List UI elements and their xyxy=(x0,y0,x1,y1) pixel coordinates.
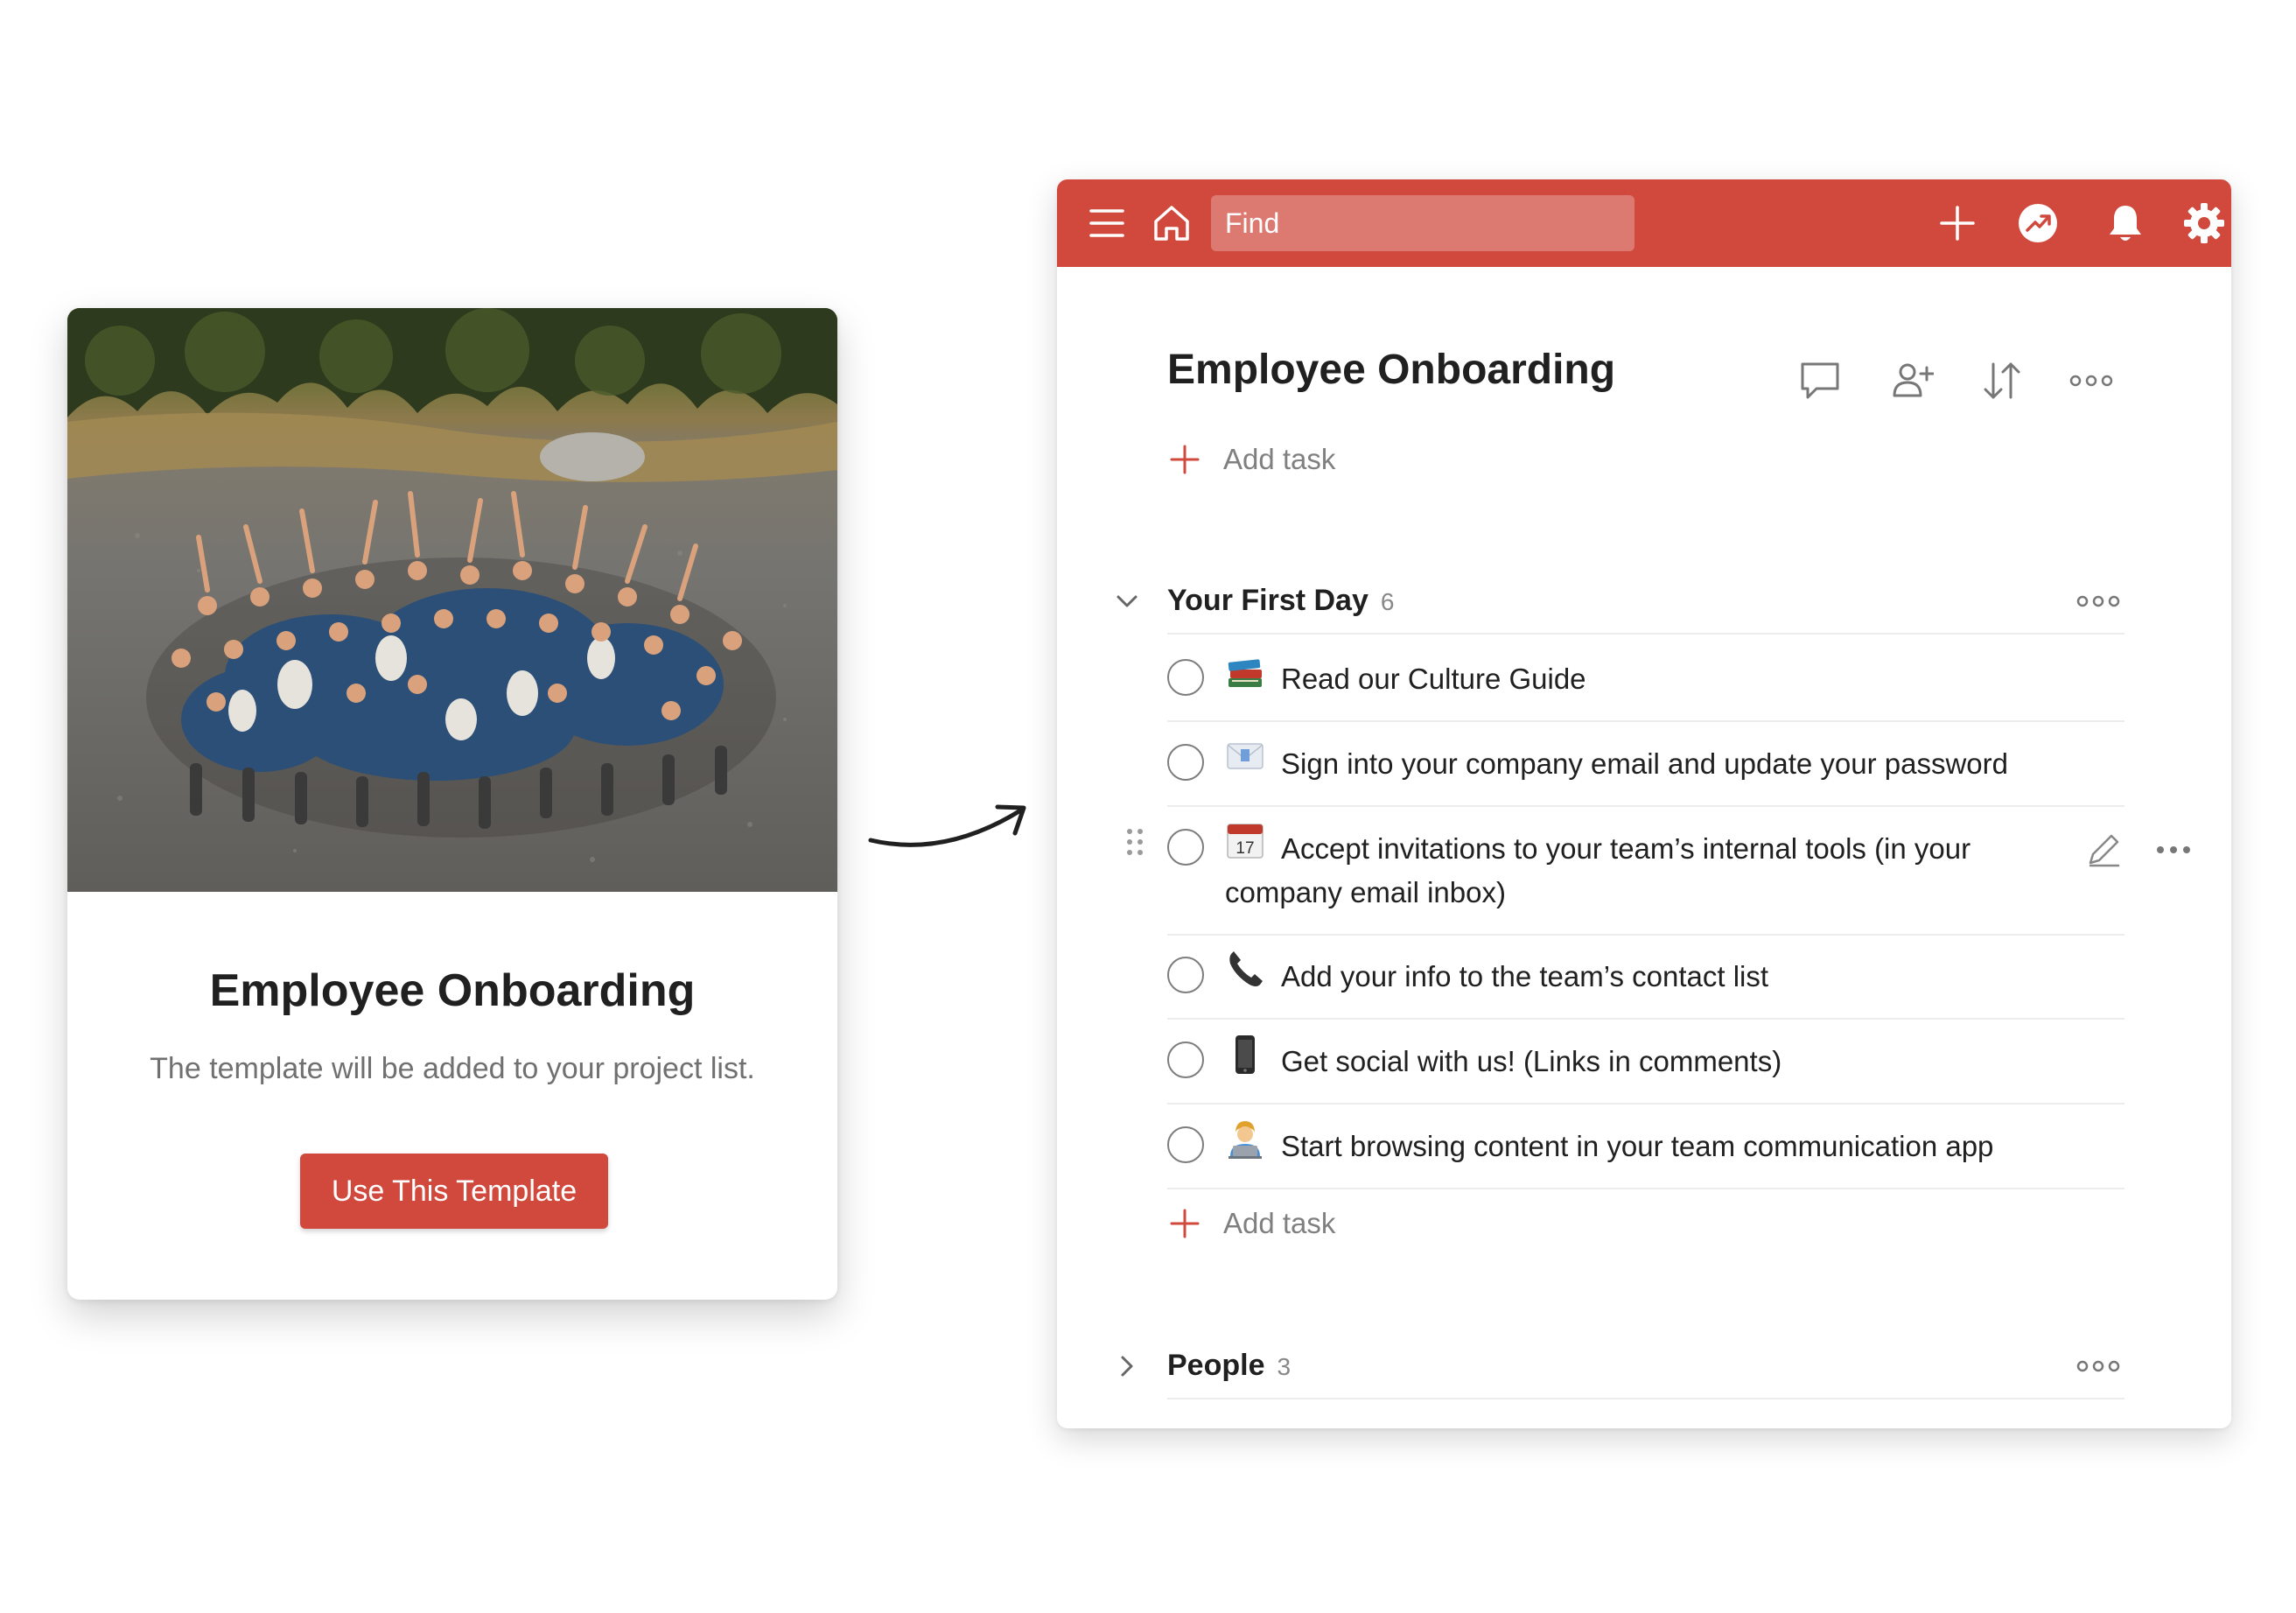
task-text: Accept invitations to your team’s intern… xyxy=(1225,832,1971,908)
template-subtitle: The template will be added to your proje… xyxy=(150,1052,755,1085)
section-people: People 3 xyxy=(1110,1336,2124,1398)
more-options-icon[interactable] xyxy=(2065,354,2118,407)
task-divider xyxy=(1167,805,2124,807)
curved-arrow-icon xyxy=(868,804,1026,847)
section-add-task-button[interactable]: Add task xyxy=(1167,1202,1335,1245)
search-input[interactable] xyxy=(1211,195,1634,251)
task-divider xyxy=(1167,1103,2124,1105)
task-checkbox[interactable] xyxy=(1167,957,1204,993)
add-person-icon[interactable] xyxy=(1886,354,1939,407)
add-icon[interactable] xyxy=(1934,200,1981,247)
task-text: Add your info to the team’s contact list xyxy=(1281,960,1769,992)
gear-icon[interactable] xyxy=(2180,200,2228,247)
section-name: Your First Day xyxy=(1167,584,1368,617)
plus-icon xyxy=(1167,442,1202,477)
task-divider xyxy=(1167,1018,2124,1020)
task-text: Read our Culture Guide xyxy=(1281,663,1586,695)
task-checkbox[interactable] xyxy=(1167,659,1204,696)
task-item[interactable]: Start browsing content in your team comm… xyxy=(1167,1119,2124,1189)
edit-pencil-icon[interactable] xyxy=(2079,825,2128,874)
drag-handle-icon[interactable] xyxy=(1125,827,1144,857)
section-more-icon[interactable] xyxy=(2072,1349,2124,1384)
add-task-label: Add task xyxy=(1223,1207,1336,1239)
team-photo xyxy=(67,308,837,892)
task-text: Sign into your company email and update … xyxy=(1281,747,2008,780)
task-more-icon[interactable] xyxy=(2149,825,2198,874)
technologist-emoji-icon xyxy=(1228,1121,1262,1159)
section-header: People 3 xyxy=(1167,1349,1291,1383)
envelope-emoji-icon xyxy=(1227,743,1264,769)
task-item[interactable]: Read our Culture Guide xyxy=(1167,652,2124,722)
bell-icon[interactable] xyxy=(2102,200,2149,247)
task-item[interactable]: 17 Accept invitations to your team’s int… xyxy=(1167,822,2124,936)
section-more-icon[interactable] xyxy=(2072,584,2124,619)
task-checkbox[interactable] xyxy=(1167,744,1204,781)
team-photo-illustration xyxy=(67,308,837,862)
task-checkbox[interactable] xyxy=(1167,1041,1204,1078)
section-count: 6 xyxy=(1380,588,1395,615)
use-template-button[interactable]: Use This Template xyxy=(300,1154,608,1229)
section-divider xyxy=(1167,633,2124,635)
task-text: Start browsing content in your team comm… xyxy=(1281,1130,1994,1162)
plus-icon xyxy=(1167,1206,1202,1241)
task-divider xyxy=(1167,1188,2124,1189)
mobile-phone-emoji-icon xyxy=(1236,1035,1255,1074)
chevron-right-icon[interactable] xyxy=(1110,1349,1144,1384)
add-task-label: Add task xyxy=(1223,443,1336,475)
section-count: 3 xyxy=(1277,1353,1292,1380)
productivity-icon[interactable] xyxy=(2014,200,2062,247)
task-text: Get social with us! (Links in comments) xyxy=(1281,1045,1782,1077)
top-bar xyxy=(1057,179,2231,267)
books-emoji-icon xyxy=(1228,659,1262,687)
task-divider xyxy=(1167,934,2124,936)
comment-icon[interactable] xyxy=(1794,354,1846,407)
task-item[interactable]: Get social with us! (Links in comments) xyxy=(1167,1034,2124,1105)
project-title: Employee Onboarding xyxy=(1167,347,1616,393)
section-header: Your First Day 6 xyxy=(1167,584,1394,618)
sort-icon[interactable] xyxy=(1976,354,2028,407)
template-title: Employee Onboarding xyxy=(209,965,696,1016)
app-window: Employee Onboarding Add task Your First … xyxy=(1057,179,2231,1428)
home-icon[interactable] xyxy=(1148,200,1195,247)
section-your-first-day: Your First Day 6 xyxy=(1110,572,2124,633)
section-name: People xyxy=(1167,1349,1265,1382)
task-item[interactable]: Sign into your company email and update … xyxy=(1167,737,2124,807)
task-item[interactable]: Add your info to the team’s contact list xyxy=(1167,950,2124,1020)
telephone-emoji-icon xyxy=(1229,951,1263,986)
chevron-down-icon[interactable] xyxy=(1110,584,1144,619)
add-task-button[interactable]: Add task xyxy=(1167,438,1335,481)
section-divider xyxy=(1167,1398,2124,1399)
task-divider xyxy=(1167,720,2124,722)
template-card: Employee Onboarding The template will be… xyxy=(67,308,837,1300)
task-checkbox[interactable] xyxy=(1167,1126,1204,1163)
menu-icon[interactable] xyxy=(1083,200,1130,247)
task-checkbox[interactable] xyxy=(1167,829,1204,866)
